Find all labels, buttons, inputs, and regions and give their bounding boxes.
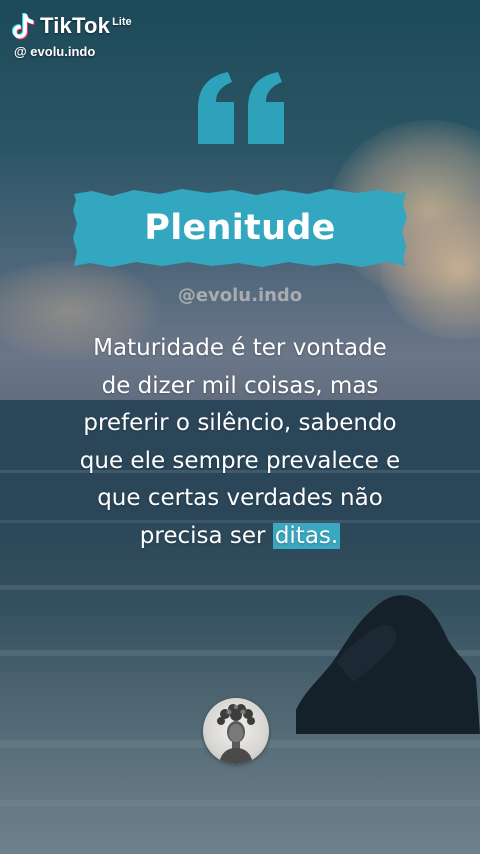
creator-avatar-icon[interactable]	[203, 698, 269, 764]
post-title: Plenitude	[144, 208, 336, 248]
quotation-mark-icon	[198, 72, 284, 144]
quote-text: Maturidade é ter vontade de dizer mil co…	[40, 330, 440, 555]
tiktok-logo: TikTok Lite	[12, 12, 132, 40]
wave	[0, 585, 480, 590]
highlighted-word: ditas.	[272, 522, 341, 549]
quote-line-prefix: precisa ser	[139, 522, 273, 549]
rock	[296, 595, 480, 734]
quote-line: preferir o silêncio, sabendo	[83, 410, 397, 436]
watermark-handle: @evolu.indo	[177, 285, 303, 306]
avatar-portrait	[217, 704, 255, 764]
quote-line-last: precisa ser ditas.	[40, 518, 440, 556]
wave	[0, 800, 480, 806]
app-variant: Lite	[112, 16, 132, 28]
creator-handle[interactable]: @ evolu.indo	[14, 44, 95, 59]
tiktok-note-icon	[12, 13, 35, 40]
quote-line: que ele sempre prevalece e	[79, 447, 401, 474]
quote-line: que certas verdades não	[97, 485, 383, 511]
quote-line: Maturidade é ter vontade	[93, 335, 387, 361]
quote-line: de dizer mil coisas, mas	[101, 372, 379, 399]
app-name: TikTok	[40, 13, 111, 38]
